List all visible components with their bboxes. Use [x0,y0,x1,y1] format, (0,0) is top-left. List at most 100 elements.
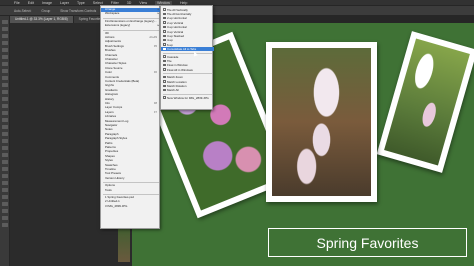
menu-item-label: 3D [105,30,109,35]
tool-icon[interactable] [2,34,8,38]
menu-separator [163,52,212,54]
tool-icon[interactable] [2,202,8,206]
arrange-menu-item[interactable]: Cascade [161,55,214,59]
menu-edit[interactable]: Edit [28,1,34,5]
menu-shortcut: F6 [153,71,157,75]
menu-item-label: 3-up Horizontal [167,25,187,30]
menu-item-label: Gradients [105,87,118,92]
menu-item-label: Clone Source [105,65,123,70]
arrange-menu-item[interactable]: Float All in Windows [161,68,214,72]
arrange-menu-item[interactable]: Match Zoom [161,75,214,79]
arrange-layout-icon [162,17,166,20]
tool-icon[interactable] [2,83,8,87]
menu-image[interactable]: Image [42,1,52,5]
tool-icon[interactable] [2,20,8,24]
banner-title: Spring Favorites [316,234,419,251]
window-menu-item[interactable]: 3 IMG_2839.JPG [101,204,161,209]
tool-icon[interactable] [2,97,8,101]
menu-item-label: Character Styles [105,61,127,66]
arrange-menu-item[interactable]: Match All [161,88,214,92]
tool-icon[interactable] [2,69,8,73]
tool-icon[interactable] [2,62,8,66]
option-item[interactable]: Show Transform Controls [60,9,96,13]
menu-file[interactable]: File [14,1,20,5]
options-bar: Auto-Select: Group Show Transform Controls [0,6,474,16]
arrange-menu-item[interactable]: 3-up Stacked [161,34,214,38]
arrange-layout-icon [162,55,166,58]
menu-item-label: Comments [105,74,119,79]
menu-item-label: Adjustments [105,39,121,44]
menu-item-label: 4-up [167,38,173,43]
menu-view[interactable]: View [139,1,147,5]
arrange-menu-item[interactable]: Tile All Horizontally [161,12,214,16]
submenu-arrow-icon: ▸ [157,11,159,16]
menu-item-label: Match Location [167,79,187,84]
tool-icon[interactable] [2,188,8,192]
menu-item-label: Notes [105,127,113,132]
title-banner[interactable]: Spring Favorites [268,228,467,257]
tool-icon[interactable] [2,118,8,122]
document-tab[interactable]: Untitled-1 @ 33.3% (Layer 1, RGB/8) [10,16,73,23]
tool-icon[interactable] [2,125,8,129]
tool-icon[interactable] [2,76,8,80]
menu-item-label: Tile [167,58,172,63]
menu-help[interactable]: Help [180,1,187,5]
tool-icon[interactable] [2,132,8,136]
arrange-menu-item[interactable]: 2-up Vertical [161,21,214,25]
arrange-menu-item[interactable]: Tile All Vertically [161,8,214,12]
arrange-menu-item[interactable]: 3-up Vertical [161,30,214,34]
tool-icon[interactable] [2,174,8,178]
window-menu-item[interactable]: Extensions (legacy) ▸ [101,23,161,28]
tool-icon[interactable] [2,104,8,108]
tool-icon[interactable] [2,55,8,59]
tool-icon[interactable] [2,27,8,31]
option-item[interactable]: Auto-Select: [14,9,31,13]
arrange-layout-icon [162,39,166,42]
option-item[interactable]: Group [41,9,50,13]
tool-icon[interactable] [2,223,8,227]
tool-icon[interactable] [2,111,8,115]
arrange-menu-item[interactable]: Float in Window [161,63,214,67]
tool-icon[interactable] [2,181,8,185]
arrange-menu-item[interactable]: Match Location [161,80,214,84]
arrange-menu-item[interactable]: 4-up [161,38,214,42]
tool-icon[interactable] [2,41,8,45]
tool-icon[interactable] [2,167,8,171]
tool-icon[interactable] [2,195,8,199]
tool-icon[interactable] [2,139,8,143]
menu-item-label: Layer Comps [105,105,123,110]
arrange-layout-icon [162,68,166,71]
menu-select[interactable]: Select [93,1,103,5]
tool-icon[interactable] [2,48,8,52]
menu-3d[interactable]: 3D [127,1,132,5]
arrange-menu-item[interactable]: Match Rotation [161,84,214,88]
tool-icon[interactable] [2,146,8,150]
arrange-menu-item[interactable]: Consolidate All to Tabs [161,47,214,52]
menu-type[interactable]: Type [77,1,85,5]
arrange-menu-item[interactable]: New Window for IMG_2839.JPG [161,96,214,100]
tool-icon[interactable] [2,209,8,213]
tool-icon[interactable] [2,153,8,157]
window-menu-item[interactable]: Tools [101,188,161,193]
menu-item-label: Match All [167,88,179,93]
arrange-menu-item[interactable]: 2-up Horizontal [161,16,214,20]
arrange-menu-item[interactable]: 3-up Horizontal [161,25,214,29]
arrange-menu-item[interactable]: 6-up [161,43,214,47]
menu-layer[interactable]: Layer [60,1,69,5]
window-menu-item[interactable]: Version History [101,176,161,181]
arrange-layout-icon [162,12,166,16]
polaroid-magnolia[interactable] [266,42,377,202]
window-menu-item[interactable]: Workspace ▸ [101,12,161,16]
menu-filter[interactable]: Filter [111,1,119,5]
menu-item-label: Actions [105,35,115,39]
tool-icon[interactable] [2,216,8,220]
submenu-arrow-icon: ▸ [157,23,159,28]
menu-separator [163,73,212,75]
tool-icon[interactable] [2,160,8,164]
tool-icon[interactable] [2,90,8,94]
arrange-layout-icon [162,75,166,79]
tools-panel [0,16,10,266]
arrange-menu-item[interactable]: Tile [161,59,214,63]
window-menu-item[interactable]: History [101,97,161,102]
menu-window[interactable]: Window [155,0,172,5]
